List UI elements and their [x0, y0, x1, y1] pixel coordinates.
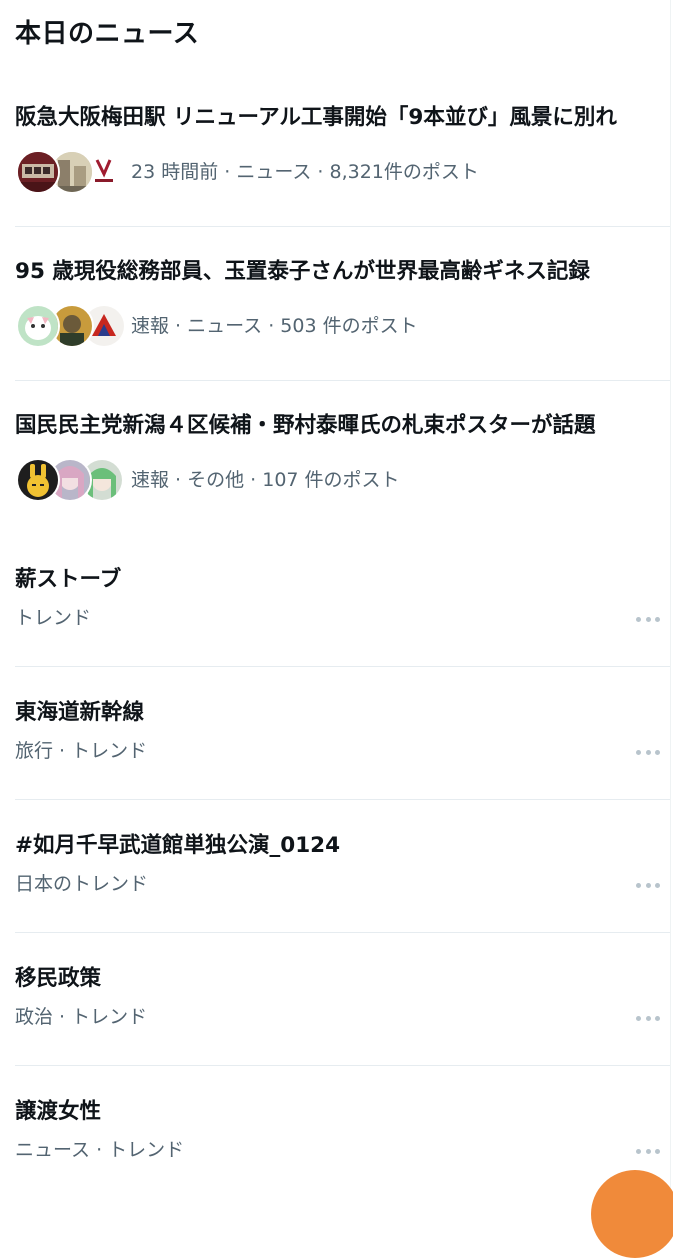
- news-meta: 速報 · その他 · 107 件のポスト: [131, 469, 400, 491]
- news-meta: 23 時間前 · ニュース · 8,321件のポスト: [131, 161, 479, 183]
- trend-title: 薪ストーブ: [15, 567, 122, 592]
- avatar-stack: [16, 150, 126, 194]
- avatar-stack: [16, 304, 126, 348]
- explore-page: 本日のニュース 阪急大阪梅田駅 リニューアル工事開始「9本並び」風景に別れ 23…: [0, 0, 673, 1258]
- avatar: [16, 150, 60, 194]
- divider: [15, 380, 670, 381]
- divider: [15, 799, 670, 800]
- more-horizontal-icon[interactable]: [636, 1146, 660, 1156]
- more-horizontal-icon[interactable]: [636, 1013, 660, 1023]
- more-horizontal-icon[interactable]: [636, 747, 660, 757]
- compose-button[interactable]: [591, 1170, 673, 1258]
- trend-item[interactable]: 移民政策 政治 · トレンド: [0, 963, 670, 1096]
- divider: [15, 226, 670, 227]
- divider: [15, 932, 670, 933]
- trend-meta: トレンド: [15, 607, 92, 629]
- section-title: 本日のニュース: [15, 19, 200, 49]
- trend-meta: 政治 · トレンド: [15, 1006, 148, 1028]
- avatar: [16, 304, 60, 348]
- avatar: [16, 458, 60, 502]
- trend-item[interactable]: 東海道新幹線 旅行 · トレンド: [0, 697, 670, 830]
- trend-title: #如月千早武道館単独公演_0124: [15, 833, 341, 858]
- column-border: [670, 0, 671, 1200]
- trend-meta: 旅行 · トレンド: [15, 740, 148, 762]
- trend-meta: ニュース · トレンド: [15, 1139, 185, 1161]
- trend-item[interactable]: 薪ストーブ トレンド: [0, 564, 670, 697]
- news-title: 95 歳現役総務部員、玉置泰子さんが世界最高齢ギネス記録: [15, 259, 590, 284]
- more-horizontal-icon[interactable]: [636, 880, 660, 890]
- avatar-stack: [16, 458, 126, 502]
- trend-meta: 日本のトレンド: [15, 873, 149, 895]
- trend-item[interactable]: #如月千早武道館単独公演_0124 日本のトレンド: [0, 830, 670, 963]
- trend-item[interactable]: 譲渡女性 ニュース · トレンド: [0, 1096, 670, 1200]
- trend-title: 譲渡女性: [15, 1099, 102, 1124]
- divider: [15, 1065, 670, 1066]
- news-item[interactable]: 国民民主党新潟４区候補・野村泰暉氏の札束ポスターが話題 速報 · その他 · 1…: [0, 410, 670, 534]
- news-title: 阪急大阪梅田駅 リニューアル工事開始「9本並び」風景に別れ: [15, 105, 617, 130]
- news-meta: 速報 · ニュース · 503 件のポスト: [131, 315, 418, 337]
- news-title: 国民民主党新潟４区候補・野村泰暉氏の札束ポスターが話題: [15, 413, 596, 438]
- more-horizontal-icon[interactable]: [636, 614, 660, 624]
- trend-title: 移民政策: [15, 966, 102, 991]
- trend-title: 東海道新幹線: [15, 700, 145, 725]
- news-item[interactable]: 95 歳現役総務部員、玉置泰子さんが世界最高齢ギネス記録 速報 · ニュース ·…: [0, 256, 670, 380]
- news-item[interactable]: 阪急大阪梅田駅 リニューアル工事開始「9本並び」風景に別れ 23 時間前 · ニ…: [0, 102, 670, 226]
- divider: [15, 666, 670, 667]
